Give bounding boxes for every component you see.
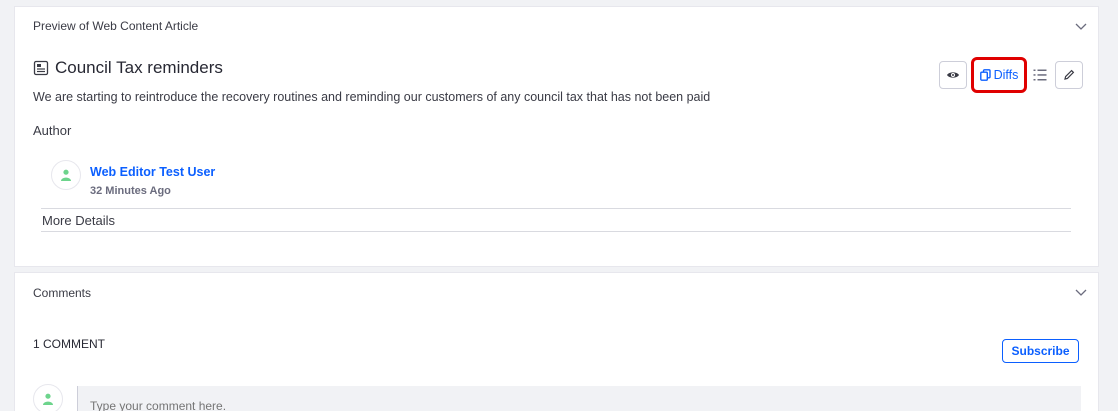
author-avatar (51, 160, 81, 190)
comments-panel: Comments 1 COMMENT Subscribe (14, 272, 1099, 411)
author-label: Author (33, 123, 72, 138)
eye-icon (946, 70, 960, 80)
more-details-toggle[interactable]: More Details (42, 213, 115, 228)
chevron-down-icon[interactable] (1074, 285, 1088, 299)
article-title-row: Council Tax reminders (33, 58, 223, 78)
user-icon (42, 393, 54, 405)
divider (41, 231, 1071, 232)
view-button[interactable] (939, 61, 967, 89)
comment-count: 1 COMMENT (33, 337, 105, 351)
web-content-icon (33, 60, 49, 76)
diffs-button[interactable]: Diffs (971, 57, 1027, 93)
preview-panel: Preview of Web Content Article Council T… (14, 6, 1099, 267)
subscribe-button[interactable]: Subscribe (1002, 339, 1079, 363)
commenter-avatar (33, 384, 63, 411)
article-description: We are starting to reintroduce the recov… (33, 90, 711, 104)
article-title: Council Tax reminders (55, 58, 223, 77)
divider (41, 208, 1071, 209)
comments-panel-title: Comments (33, 286, 92, 300)
author-timestamp: 32 Minutes Ago (90, 185, 171, 197)
user-icon (60, 169, 72, 181)
edit-button[interactable] (1055, 61, 1083, 89)
preview-panel-title: Preview of Web Content Article (33, 19, 199, 33)
chevron-down-icon[interactable] (1074, 19, 1088, 33)
pencil-icon (1063, 69, 1075, 81)
list-icon (1033, 68, 1047, 82)
comment-input[interactable] (77, 386, 1081, 411)
author-name-link[interactable]: Web Editor Test User (90, 165, 215, 179)
diffs-label: Diffs (993, 68, 1019, 82)
copy-icon (979, 69, 991, 81)
list-button[interactable] (1029, 61, 1051, 89)
article-toolbar: Diffs (935, 57, 1083, 93)
